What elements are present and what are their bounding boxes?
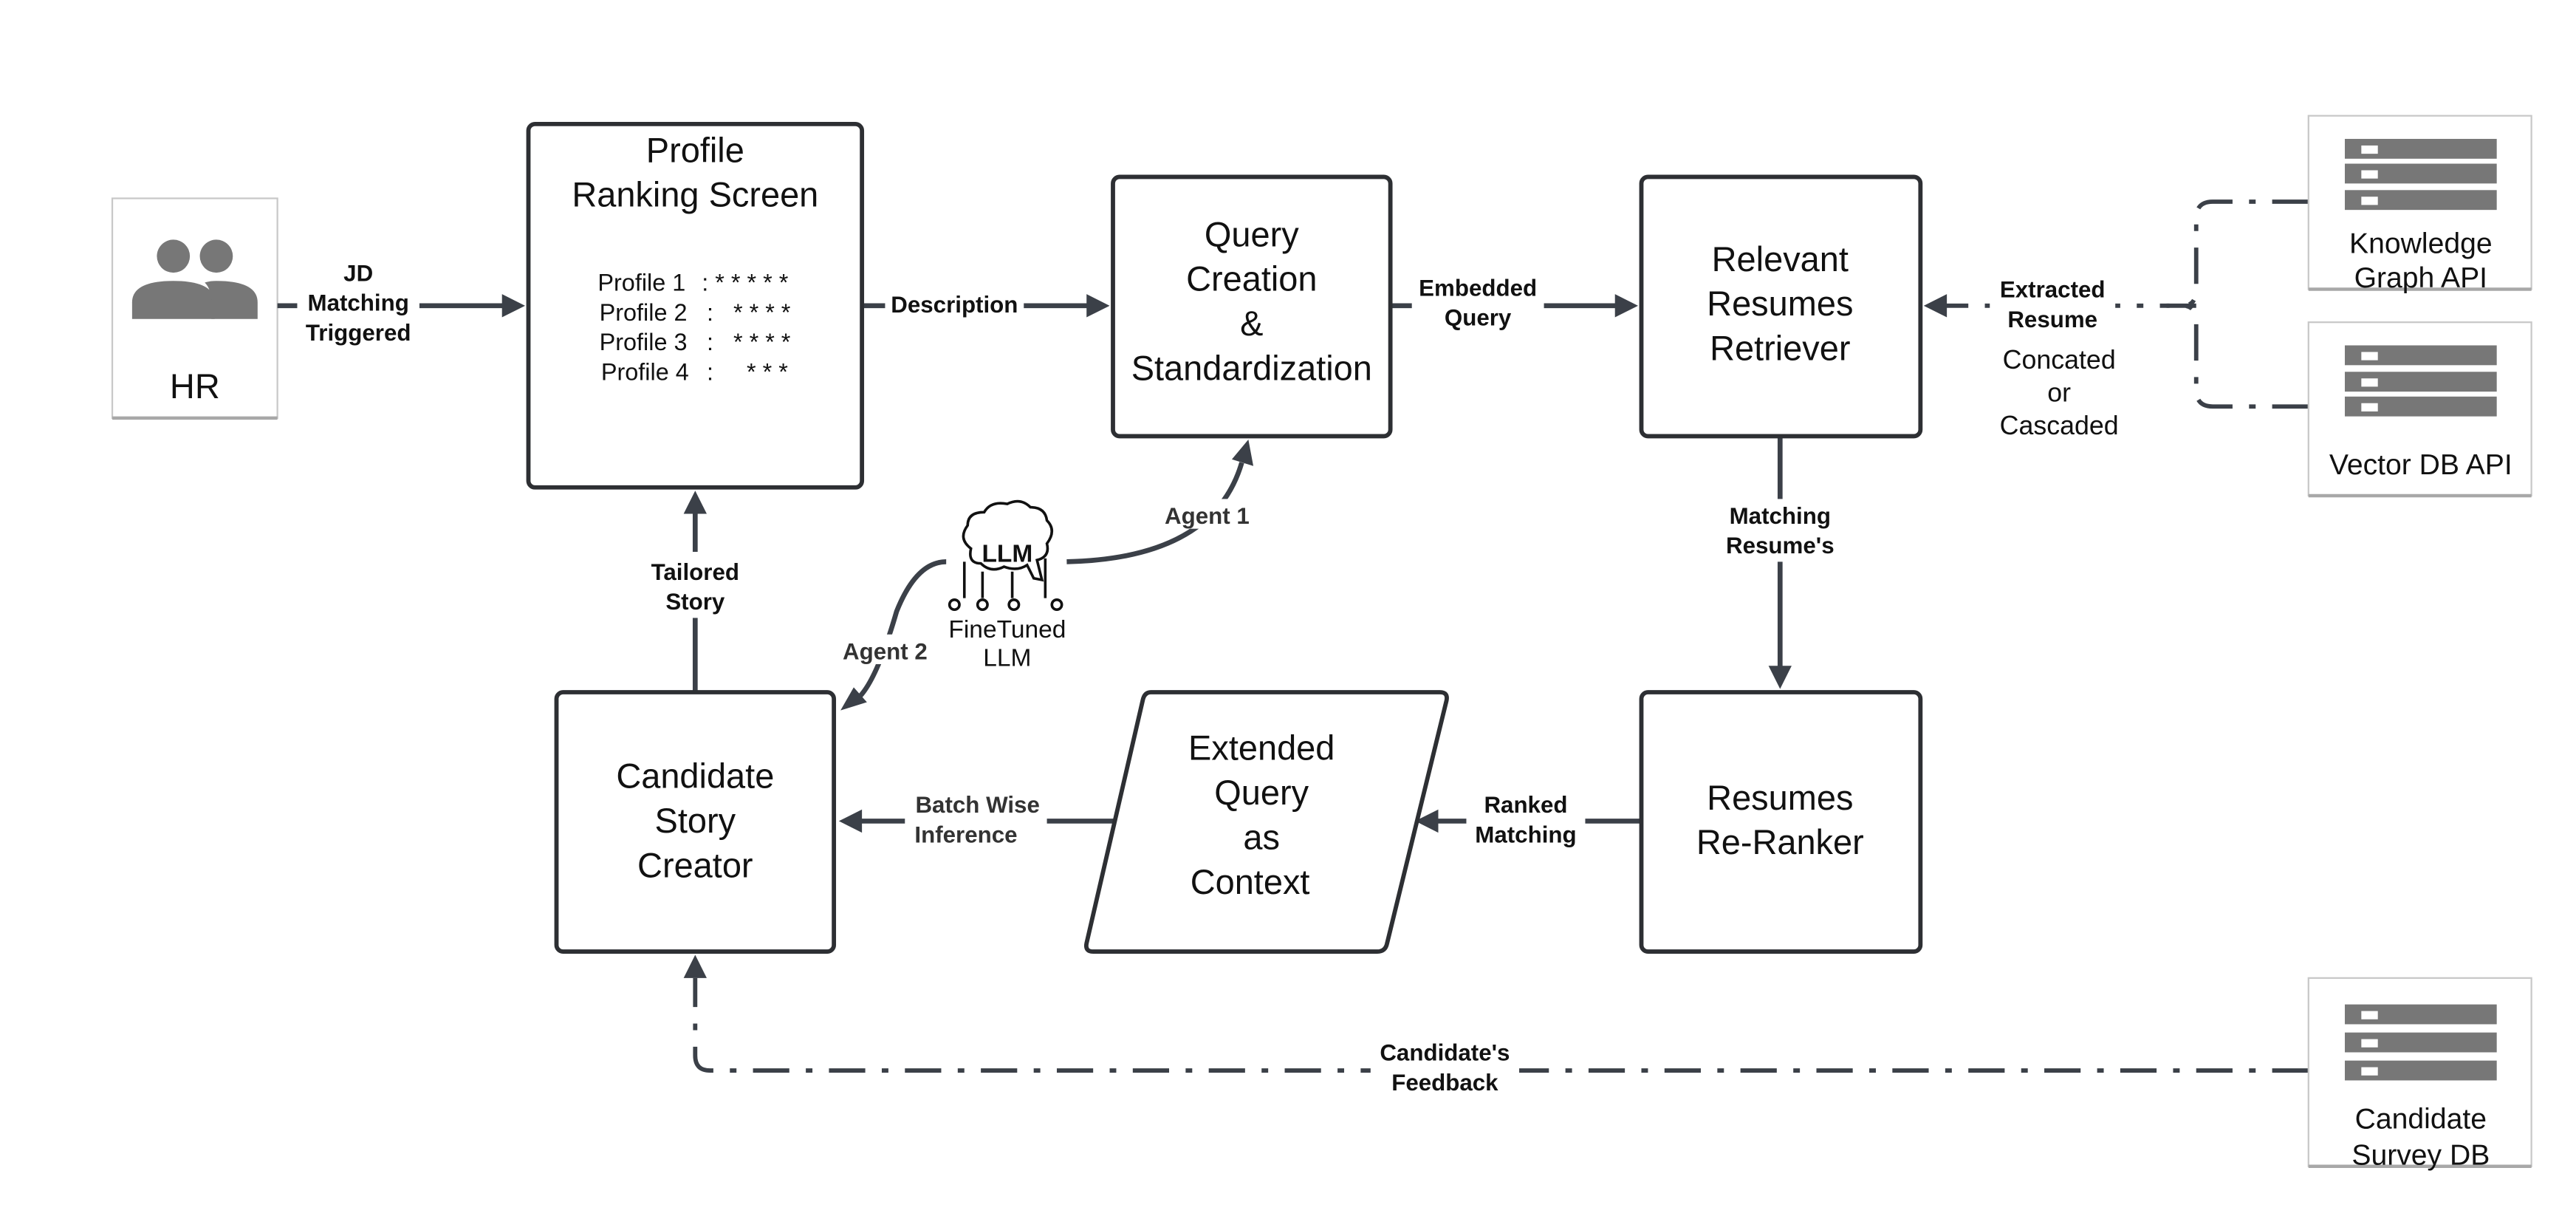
svg-text:Concated: Concated [2003, 345, 2116, 375]
diagram: HR JD Matching Triggered Description Embed… [111, 115, 2532, 1171]
svg-text:Inference: Inference [914, 822, 1017, 847]
svg-text:Standardization: Standardization [1131, 348, 1372, 387]
matching-resumes-label: Matching Resume's [1713, 499, 1846, 562]
svg-text:Agent 2: Agent 2 [843, 638, 928, 664]
batch-wise-label: Batch Wise Inference [905, 788, 1047, 851]
svg-text:Resume: Resume [2007, 307, 2097, 332]
svg-text:: * * * * *: : * * * * * [702, 270, 788, 296]
server-icon [2344, 345, 2497, 417]
svg-text:Profile 1: Profile 1 [597, 270, 685, 296]
extracted-resume-label: Extracted Resume [1990, 273, 2116, 332]
svg-text:Embedded: Embedded [1419, 275, 1537, 301]
svg-text:Story: Story [665, 589, 725, 615]
concated-label: Concatedor Cascaded [2000, 345, 2119, 440]
svg-text:Context: Context [1191, 862, 1310, 901]
svg-text:Ranked: Ranked [1484, 792, 1567, 818]
server-icon [2344, 1004, 2497, 1081]
resumes-reranker-box: Resumes Re-Ranker [1639, 690, 1923, 954]
svg-text:Candidate: Candidate [2355, 1103, 2487, 1135]
svg-text:Creation: Creation [1186, 259, 1317, 298]
agent1-label: Agent 1 [1156, 499, 1258, 529]
svg-text:Profile 4: Profile 4 [601, 358, 689, 385]
svg-text:: * * * *: : * * * * [707, 299, 791, 326]
svg-text:Matching: Matching [308, 290, 409, 316]
svg-text:LLM: LLM [982, 540, 1032, 567]
svg-text:Profile 3: Profile 3 [600, 329, 688, 355]
svg-text:Matching: Matching [1730, 503, 1831, 529]
svg-text:as: as [1243, 817, 1280, 856]
hr-label: HR [170, 366, 220, 406]
svg-text:Story: Story [655, 801, 736, 840]
tailored-story-label: Tailored Story [640, 551, 750, 618]
svg-text:Candidate's: Candidate's [1380, 1040, 1510, 1066]
svg-text:Agent 1: Agent 1 [1165, 503, 1250, 529]
svg-text:Resumes: Resumes [1707, 284, 1853, 323]
svg-text:: * * * *: : * * * * [707, 329, 791, 355]
vector-db-api-db: Vector DB API [2307, 321, 2532, 498]
svg-text:: * * *: : * * * [707, 358, 788, 385]
svg-text:Cascaded: Cascaded [2000, 411, 2119, 440]
svg-text:Survey DB: Survey DB [2351, 1139, 2490, 1171]
extended-query-box: Extended Query as Context [1083, 690, 1449, 954]
svg-text:Resumes: Resumes [1707, 778, 1853, 817]
svg-text:Ranking Screen: Ranking Screen [572, 175, 818, 214]
svg-text:Vector DB API: Vector DB API [2329, 449, 2512, 481]
svg-text:Graph API: Graph API [2354, 262, 2487, 294]
svg-text:Re-Ranker: Re-Ranker [1696, 822, 1864, 861]
svg-text:Query: Query [1445, 305, 1512, 331]
svg-text:Query: Query [1214, 773, 1309, 812]
candidate-story-creator-box: Candidate Story Creator [554, 690, 837, 954]
svg-text:Query: Query [1205, 214, 1299, 253]
description-label: Description [885, 289, 1024, 319]
svg-text:Tailored: Tailored [651, 559, 739, 585]
svg-text:Triggered: Triggered [306, 320, 411, 346]
svg-text:Feedback: Feedback [1391, 1070, 1498, 1096]
query-creation-box: Query Creation & Standardization [1111, 174, 1393, 439]
svg-text:FineTuned: FineTuned [948, 616, 1066, 643]
feedback-label: Candidate's Feedback [1370, 1037, 1520, 1097]
svg-text:Extended: Extended [1188, 728, 1335, 768]
svg-text:&: & [1240, 304, 1263, 343]
svg-text:Profile 2: Profile 2 [600, 299, 688, 326]
server-icon [2344, 139, 2497, 211]
svg-text:Profile: Profile [646, 130, 744, 169]
svg-text:Extracted: Extracted [2000, 277, 2106, 303]
svg-text:Relevant: Relevant [1712, 239, 1849, 279]
svg-text:Candidate: Candidate [616, 756, 774, 796]
embedded-query-label: Embedded Query [1411, 269, 1544, 332]
svg-text:or: or [2047, 378, 2071, 408]
resumes-retriever-box: Relevant Resumes Retriever [1639, 174, 1923, 439]
svg-text:JD: JD [343, 260, 373, 286]
profile-ranking-screen: Profile Ranking Screen Profile 1 : * * * … [526, 121, 865, 490]
ranked-matching-label: Ranked Matching [1466, 788, 1586, 851]
svg-text:Knowledge: Knowledge [2349, 228, 2493, 259]
jd-label: JD Matching Triggered [297, 253, 419, 346]
svg-text:Creator: Creator [637, 845, 753, 884]
agent2-label: Agent 2 [834, 634, 936, 664]
hr-actor: HR [111, 197, 278, 420]
svg-text:Retriever: Retriever [1710, 329, 1850, 368]
svg-text:Batch Wise: Batch Wise [915, 792, 1039, 818]
candidate-survey-db: Candidate Survey DB [2307, 977, 2532, 1171]
knowledge-graph-api-db: Knowledge Graph API [2307, 115, 2532, 294]
llm-node: LLM FineTuned LLM [948, 499, 1066, 672]
svg-text:LLM: LLM [983, 644, 1031, 672]
svg-text:Description: Description [891, 292, 1018, 318]
svg-text:Resume's: Resume's [1726, 533, 1835, 559]
svg-text:Matching: Matching [1475, 822, 1576, 847]
